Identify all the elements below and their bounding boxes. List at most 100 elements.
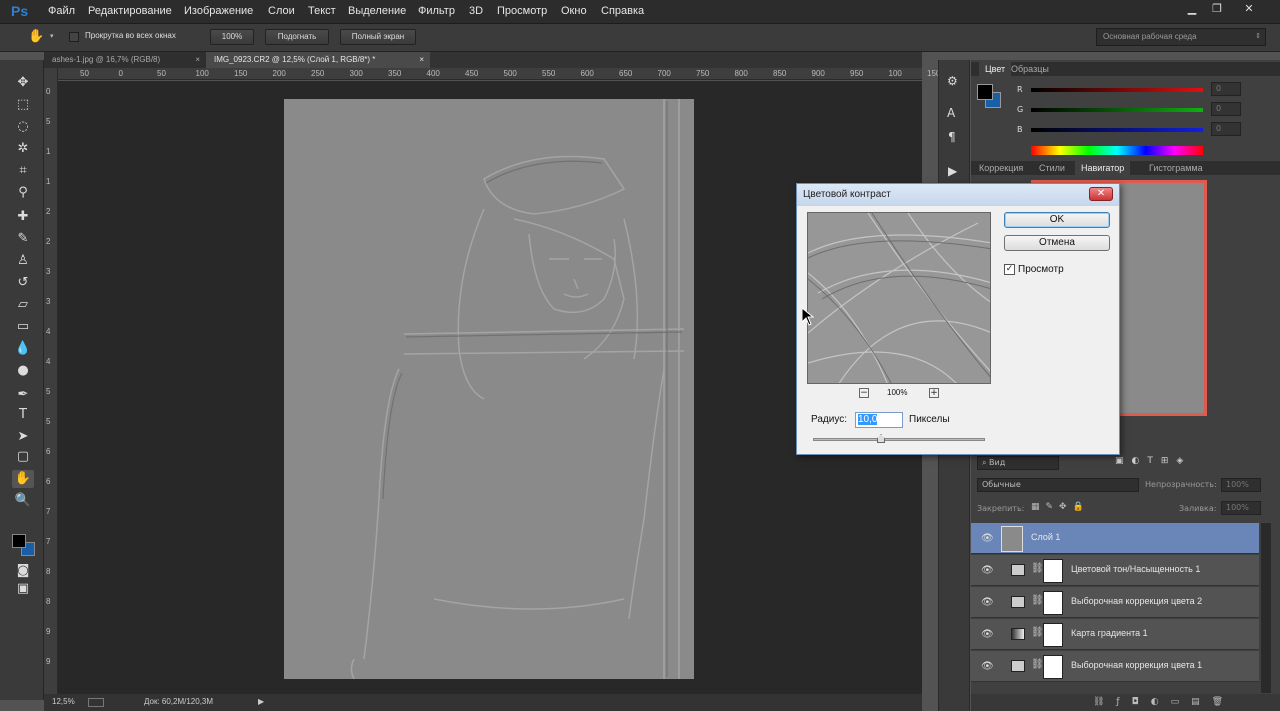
slider-green[interactable] [1031,108,1203,112]
layer-row[interactable]: 👁 ⛓ Карта градиента 1 [971,619,1259,650]
zoom-tool-icon[interactable]: 🔍 [12,492,34,510]
menu-edit[interactable]: Редактирование [88,5,172,17]
export-icon[interactable] [88,698,104,707]
layers-footer-icons[interactable]: ⛓ƒ◘◐▭▤🗑 [971,694,1280,711]
type-tool-icon[interactable]: T [12,406,34,424]
tab-img0923[interactable]: IMG_0923.CR2 @ 12,5% (Слой 1, RGB/8*) * … [206,52,430,68]
tab-ashes[interactable]: ashes-1.jpg @ 16,7% (RGB/8) × [44,52,206,68]
cancel-button[interactable]: Отмена [1004,235,1110,251]
preview-checkbox[interactable]: ✓ [1004,264,1015,275]
layer-kind-filter[interactable]: ⌕ Вид [977,456,1059,470]
layer-row[interactable]: 👁 Слой 1 [971,523,1259,554]
fill-input[interactable]: 100% [1221,501,1261,515]
layer-row[interactable]: 👁 ⛓ Выборочная коррекция цвета 1 [971,651,1259,682]
lasso-tool-icon[interactable]: ◌ [12,118,34,136]
menu-3d[interactable]: 3D [469,5,483,17]
opacity-input[interactable]: 100% [1221,478,1261,492]
layer-row[interactable]: 👁 ⛓ Цветовой тон/Насыщенность 1 [971,555,1259,586]
history-brush-icon[interactable]: ↺ [12,274,34,292]
fullscreen-button[interactable]: Полный экран [340,29,416,45]
eyedropper-tool-icon[interactable]: ⚲ [12,184,34,202]
foreground-color-swatch[interactable] [12,534,26,548]
menu-view[interactable]: Просмотр [497,5,547,17]
workspace-select[interactable]: Основная рабочая среда ⇕ [1096,28,1266,46]
tab-adjustments[interactable]: Коррекция [979,161,1023,175]
stamp-tool-icon[interactable]: ♙ [12,252,34,270]
restore-button[interactable]: ❐ [1206,2,1228,16]
filter-preview[interactable] [807,212,991,384]
tab-styles[interactable]: Стили [1039,161,1065,175]
character-panel-icon[interactable]: A [947,106,955,120]
tab-swatches[interactable]: Образцы [1011,62,1049,76]
paragraph-panel-icon[interactable]: ¶ [948,130,956,144]
dodge-tool-icon[interactable]: ● [12,362,34,380]
fit-screen-button[interactable]: Подогнать [265,29,329,45]
radius-input[interactable]: 10,0 [855,412,903,428]
path-select-icon[interactable]: ➤ [12,428,34,446]
move-tool-icon[interactable]: ✥ [12,74,34,92]
menu-filter[interactable]: Фильтр [418,5,455,17]
zoom-100-button[interactable]: 100% [210,29,254,45]
blend-mode-select[interactable]: Обычные [977,478,1139,492]
crop-tool-icon[interactable]: ⌗ [12,162,34,180]
dialog-close-button[interactable]: ✕ [1089,187,1113,201]
quick-mask-icon[interactable]: ◙ [12,562,34,580]
healing-tool-icon[interactable]: ✚ [12,208,34,226]
menu-type[interactable]: Текст [308,5,336,17]
close-window-button[interactable]: ✕ [1238,2,1260,16]
radius-slider-track[interactable] [813,438,985,441]
zoom-level[interactable]: 12,5% [52,697,75,706]
layers-scrollbar[interactable] [1261,523,1271,693]
layer-name[interactable]: Цветовой тон/Насыщенность 1 [1071,564,1200,574]
foreground-color-swatch[interactable] [977,84,993,100]
lock-icons[interactable]: ▦✎✥🔒 [1031,502,1090,512]
color-spectrum-bar[interactable] [1031,146,1203,155]
gradient-tool-icon[interactable]: ▭ [12,318,34,336]
chevron-down-icon[interactable]: ▾ [50,32,54,40]
tab-navigator[interactable]: Навигатор [1075,161,1131,175]
close-icon[interactable]: × [419,52,424,68]
eye-icon[interactable]: 👁 [981,629,994,640]
menu-image[interactable]: Изображение [184,5,253,17]
value-blue[interactable]: 0 [1211,122,1241,136]
blur-tool-icon[interactable]: 💧 [12,340,34,358]
scroll-all-checkbox[interactable] [69,32,79,42]
status-menu-arrow[interactable]: ▶ [258,697,264,706]
menu-help[interactable]: Справка [601,5,644,17]
document-image[interactable] [284,99,694,679]
eye-icon[interactable]: 👁 [981,661,994,672]
marquee-tool-icon[interactable]: ⬚ [12,96,34,114]
eye-icon[interactable]: 👁 [981,565,994,576]
hand-tool-icon[interactable]: ✋ [28,29,44,44]
value-green[interactable]: 0 [1211,102,1241,116]
history-panel-icon[interactable]: ⚙ [947,74,958,88]
zoom-out-button[interactable]: − [859,388,869,398]
close-icon[interactable]: × [195,52,200,68]
layer-row[interactable]: 👁 ⛓ Выборочная коррекция цвета 2 [971,587,1259,618]
slider-blue[interactable] [1031,128,1203,132]
tab-histogram[interactable]: Гистограмма [1149,161,1203,175]
layer-filter-icons[interactable]: ▣◐T⊞◈ [1115,456,1191,466]
layer-name[interactable]: Карта градиента 1 [1071,628,1148,638]
brush-tool-icon[interactable]: ✎ [12,230,34,248]
pen-tool-icon[interactable]: ✒ [12,386,34,404]
layer-name[interactable]: Выборочная коррекция цвета 2 [1071,596,1202,606]
layer-name[interactable]: Выборочная коррекция цвета 1 [1071,660,1202,670]
actions-play-icon[interactable]: ▶ [948,164,957,178]
minimize-button[interactable]: ▁ [1181,2,1203,16]
eraser-tool-icon[interactable]: ▱ [12,296,34,314]
menu-window[interactable]: Окно [561,5,587,17]
radius-slider-thumb[interactable] [877,434,885,443]
hand-tool-icon[interactable]: ✋ [12,470,34,488]
quick-select-tool-icon[interactable]: ✲ [12,140,34,158]
eye-icon[interactable]: 👁 [981,533,994,544]
zoom-in-button[interactable]: + [929,388,939,398]
slider-red[interactable] [1031,88,1203,92]
value-red[interactable]: 0 [1211,82,1241,96]
ok-button[interactable]: OK [1004,212,1110,228]
layer-name[interactable]: Слой 1 [1031,532,1060,542]
menu-select[interactable]: Выделение [348,5,406,17]
eye-icon[interactable]: 👁 [981,597,994,608]
screen-mode-icon[interactable]: ▣ [12,580,34,598]
menu-layers[interactable]: Слои [268,5,295,17]
